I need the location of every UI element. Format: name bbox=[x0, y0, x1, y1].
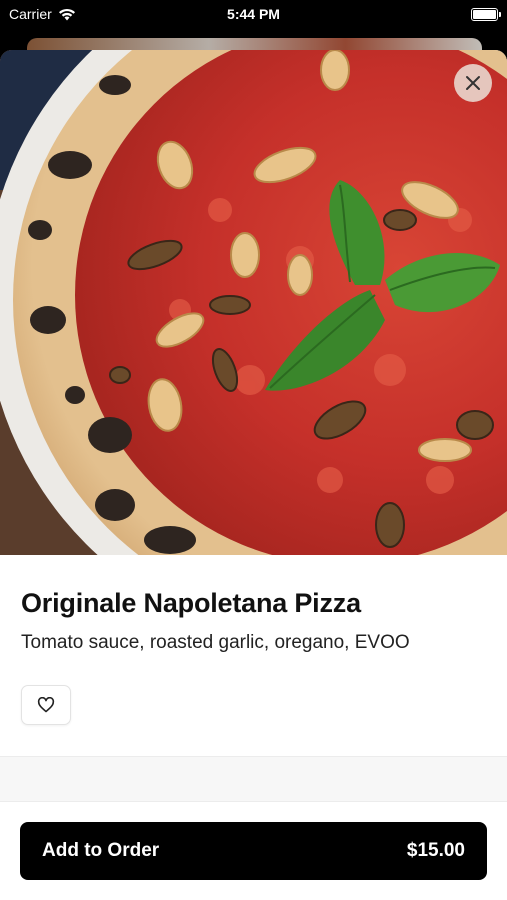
pizza-photo bbox=[0, 50, 507, 555]
item-detail-sheet: Originale Napoletana Pizza Tomato sauce,… bbox=[0, 50, 507, 900]
status-time: 5:44 PM bbox=[227, 6, 280, 22]
status-bar: Carrier 5:44 PM bbox=[0, 0, 507, 30]
favorite-button[interactable] bbox=[21, 685, 71, 725]
section-divider bbox=[0, 756, 507, 802]
close-button[interactable] bbox=[454, 64, 492, 102]
battery-icon bbox=[471, 8, 501, 21]
add-to-order-label: Add to Order bbox=[42, 840, 160, 861]
item-title: Originale Napoletana Pizza bbox=[21, 588, 361, 618]
heart-icon bbox=[37, 697, 55, 713]
add-to-order-button[interactable]: Add to Order $15.00 bbox=[20, 822, 487, 880]
item-description: Tomato sauce, roasted garlic, oregano, E… bbox=[21, 632, 410, 653]
close-icon bbox=[466, 76, 480, 90]
pizza-illustration bbox=[0, 50, 507, 555]
order-price: $15.00 bbox=[406, 840, 465, 861]
